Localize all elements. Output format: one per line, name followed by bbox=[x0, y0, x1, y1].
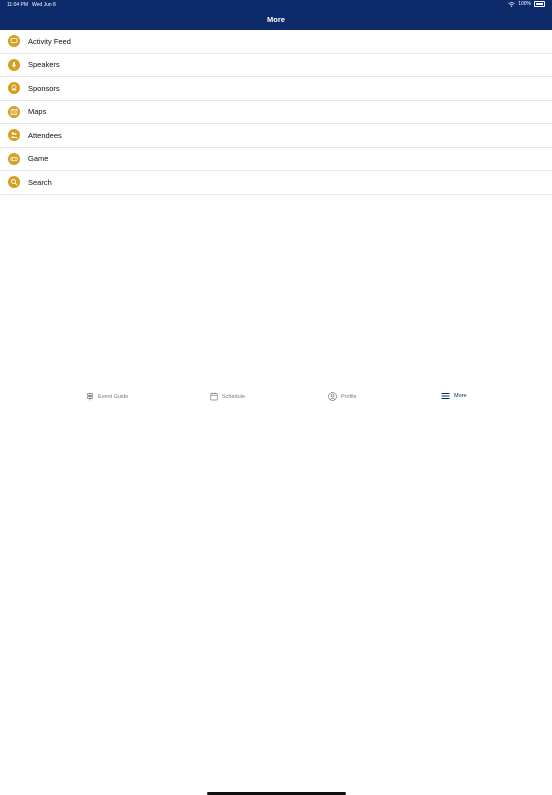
menu-item-speakers[interactable]: Speakers bbox=[0, 54, 552, 77]
menu-item-label: Activity Feed bbox=[28, 36, 71, 46]
menu-item-label: Game bbox=[28, 154, 49, 164]
tab-more[interactable]: More bbox=[441, 392, 467, 400]
menu-item-activity-feed[interactable]: Activity Feed bbox=[0, 30, 552, 54]
menu-item-attendees[interactable]: Attendees bbox=[0, 124, 552, 148]
menu-item-maps[interactable]: Maps bbox=[0, 101, 552, 124]
microphone-icon bbox=[8, 58, 20, 71]
menu-item-label: Search bbox=[28, 177, 52, 187]
page-title: More bbox=[267, 15, 285, 24]
badge-icon bbox=[8, 82, 20, 95]
menu-item-label: Speakers bbox=[28, 60, 60, 70]
menu-item-game[interactable]: Game bbox=[0, 148, 552, 171]
tab-bar: Event Guide Schedule Profile More bbox=[0, 384, 552, 795]
status-time: 11:04 PM bbox=[7, 2, 29, 8]
map-icon bbox=[8, 105, 20, 118]
tab-profile[interactable]: Profile bbox=[328, 392, 357, 401]
chat-bubble-icon bbox=[8, 35, 20, 48]
home-indicator bbox=[207, 792, 346, 795]
status-bar: 11:04 PM Wed Jun 8 100% bbox=[0, 0, 552, 10]
tab-label: Profile bbox=[341, 393, 357, 400]
signpost-icon bbox=[86, 393, 94, 401]
tab-label: Schedule bbox=[222, 393, 245, 400]
tab-event-guide[interactable]: Event Guide bbox=[86, 392, 128, 401]
menu-item-sponsors[interactable]: Sponsors bbox=[0, 77, 552, 101]
menu-item-label: Attendees bbox=[28, 130, 62, 140]
battery-percent: 100% bbox=[518, 1, 531, 7]
calendar-icon bbox=[210, 392, 218, 401]
tab-label: Event Guide bbox=[98, 393, 129, 400]
battery-icon bbox=[534, 1, 545, 7]
people-icon bbox=[8, 129, 20, 142]
search-icon bbox=[8, 176, 20, 189]
status-right: 100% bbox=[508, 1, 545, 7]
menu-item-label: Maps bbox=[28, 107, 47, 117]
tab-schedule[interactable]: Schedule bbox=[210, 392, 245, 401]
more-menu-list: Activity Feed Speakers Sponsors Maps Att… bbox=[0, 30, 552, 195]
tab-label: More bbox=[454, 393, 467, 399]
profile-icon bbox=[328, 392, 337, 401]
status-date: Wed Jun 8 bbox=[32, 2, 56, 8]
menu-item-search[interactable]: Search bbox=[0, 171, 552, 195]
gamepad-icon bbox=[8, 152, 20, 165]
menu-item-label: Sponsors bbox=[28, 83, 60, 93]
header-bar: 11:04 PM Wed Jun 8 100% More bbox=[0, 0, 552, 30]
wifi-icon bbox=[508, 1, 515, 7]
menu-icon bbox=[441, 393, 450, 399]
